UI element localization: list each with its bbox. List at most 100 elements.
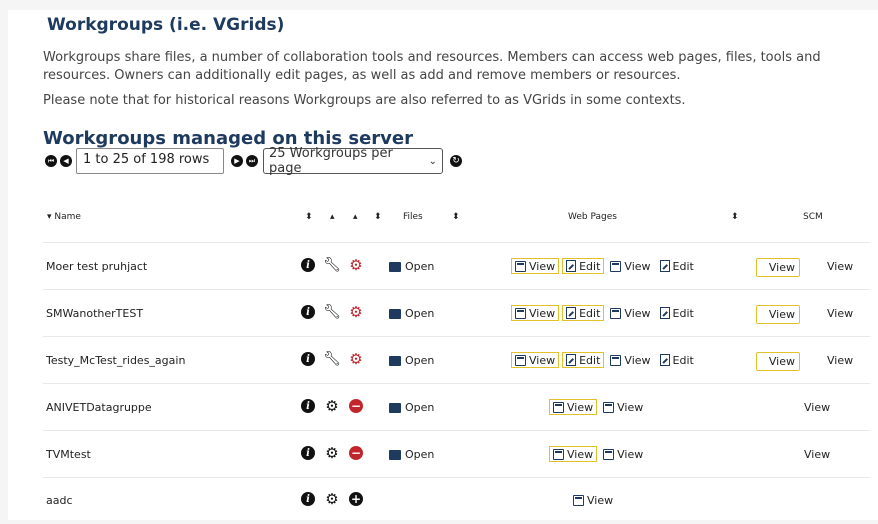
edit-page-link[interactable]: Edit — [657, 352, 697, 368]
add-icon[interactable]: + — [349, 492, 363, 506]
view-label: View — [529, 306, 556, 320]
table-row: ANIVETDatagruppe i ⚙ − Open View View Vi… — [43, 385, 870, 431]
workgroup-name[interactable]: Testy_McTest_rides_again — [46, 354, 185, 367]
folder-icon — [389, 449, 401, 460]
edit-page-link[interactable]: Edit — [562, 352, 605, 368]
divider — [43, 336, 870, 337]
scm-view-link[interactable]: View — [827, 354, 853, 367]
table-row: Testy_McTest_rides_again i 🔧︎ ⚙ Open Vie… — [43, 338, 870, 384]
sort-name-header[interactable]: ▾ Name — [47, 212, 81, 222]
view-page-link[interactable]: View — [511, 258, 560, 274]
edit-page-link[interactable]: Edit — [562, 258, 605, 274]
view-label: View — [624, 306, 651, 320]
view-page-link[interactable]: View — [511, 352, 560, 368]
view-page-link[interactable]: View — [549, 399, 598, 415]
open-files-link[interactable]: Open — [389, 260, 434, 273]
workgroup-name[interactable]: ANIVETDatagruppe — [46, 401, 152, 414]
scm-view-link[interactable]: View — [756, 258, 800, 277]
info-icon[interactable]: i — [301, 446, 315, 460]
page-icon — [515, 354, 526, 366]
info-icon[interactable]: i — [301, 492, 315, 506]
page-title: Workgroups (i.e. VGrids) — [47, 15, 285, 35]
sort-icon[interactable]: ⬍ — [305, 212, 313, 222]
gear-icon[interactable]: ⚙ — [325, 444, 339, 462]
view-page-link[interactable]: View — [607, 305, 653, 321]
gear-icon[interactable]: ⚙ — [349, 303, 363, 321]
open-label: Open — [405, 448, 435, 461]
page-icon — [610, 354, 622, 366]
view-page-link[interactable]: View — [549, 446, 598, 462]
view-page-link[interactable]: View — [607, 258, 653, 274]
page-icon — [515, 260, 526, 272]
view-page-link[interactable]: View — [570, 492, 616, 508]
edit-label: Edit — [579, 259, 601, 273]
workgroup-name[interactable]: SMWanotherTEST — [46, 307, 143, 320]
page-icon — [573, 494, 584, 506]
view-label: View — [567, 447, 594, 461]
edit-icon — [566, 307, 577, 319]
sort-icon[interactable]: ⬍ — [374, 212, 382, 222]
sort-icon[interactable]: ⬍ — [731, 212, 739, 222]
per-page-select[interactable]: 25 Workgroups per page ⌄ — [263, 146, 443, 176]
open-label: Open — [405, 260, 435, 273]
scm-view-link[interactable]: View — [827, 260, 853, 273]
next-page-icon[interactable]: ▶ — [231, 155, 243, 167]
folder-icon — [389, 261, 401, 272]
sort-icon[interactable]: ⬍ — [452, 212, 460, 222]
last-page-icon[interactable]: ⏭ — [246, 155, 258, 167]
edit-page-link[interactable]: Edit — [562, 305, 605, 321]
wrench-icon[interactable]: 🔧︎ — [323, 351, 341, 367]
open-files-link[interactable]: Open — [389, 448, 434, 461]
view-page-link[interactable]: View — [600, 446, 646, 462]
refresh-icon[interactable]: ↻ — [450, 155, 462, 167]
scm-view-link[interactable]: View — [804, 448, 830, 461]
gear-icon[interactable]: ⚙ — [325, 397, 339, 415]
open-files-link[interactable]: Open — [389, 354, 434, 367]
wrench-icon[interactable]: 🔧︎ — [323, 304, 341, 320]
sort-icon[interactable]: ▴ — [353, 212, 358, 222]
info-icon[interactable]: i — [301, 258, 315, 272]
scm-view-link[interactable]: View — [756, 352, 800, 371]
table-row: TVMtest i ⚙ − Open View View View — [43, 432, 870, 478]
open-label: Open — [405, 401, 435, 414]
gear-icon[interactable]: ⚙ — [349, 350, 363, 368]
sort-icon[interactable]: ▴ — [330, 212, 335, 222]
folder-icon — [389, 402, 401, 413]
scm-view-link[interactable]: View — [804, 401, 830, 414]
workgroup-name[interactable]: aadc — [46, 494, 73, 507]
scm-view-link[interactable]: View — [756, 305, 800, 324]
view-page-link[interactable]: View — [511, 305, 560, 321]
open-files-link[interactable]: Open — [389, 401, 434, 414]
edit-icon — [659, 260, 670, 272]
chevron-down-icon: ⌄ — [428, 155, 437, 167]
open-label: Open — [405, 354, 435, 367]
open-label: Open — [405, 307, 435, 320]
edit-page-link[interactable]: Edit — [657, 305, 697, 321]
edit-page-link[interactable]: Edit — [657, 258, 697, 274]
workgroup-name[interactable]: Moer test pruhjact — [46, 260, 147, 273]
info-icon[interactable]: i — [301, 305, 315, 319]
divider — [43, 242, 870, 243]
workgroup-name[interactable]: TVMtest — [46, 448, 91, 461]
view-page-link[interactable]: View — [607, 352, 653, 368]
gear-icon[interactable]: ⚙ — [325, 490, 339, 508]
wrench-icon[interactable]: 🔧︎ — [323, 257, 341, 273]
remove-icon[interactable]: − — [349, 399, 363, 413]
first-page-icon[interactable]: ⏮ — [45, 155, 57, 167]
page-icon — [603, 401, 615, 413]
view-page-link[interactable]: View — [600, 399, 646, 415]
edit-label: Edit — [579, 353, 601, 367]
table-row: SMWanotherTEST i 🔧︎ ⚙ Open View Edit Vie… — [43, 291, 870, 337]
gear-icon[interactable]: ⚙ — [349, 256, 363, 274]
remove-icon[interactable]: − — [349, 446, 363, 460]
edit-icon — [659, 307, 670, 319]
edit-icon — [566, 260, 577, 272]
open-files-link[interactable]: Open — [389, 307, 434, 320]
info-icon[interactable]: i — [301, 352, 315, 366]
view-label: View — [624, 353, 651, 367]
scm-header: SCM — [803, 212, 823, 222]
page-display-input[interactable]: 1 to 25 of 198 rows — [76, 148, 224, 174]
info-icon[interactable]: i — [301, 399, 315, 413]
scm-view-link[interactable]: View — [827, 307, 853, 320]
prev-page-icon[interactable]: ◀ — [60, 155, 72, 167]
